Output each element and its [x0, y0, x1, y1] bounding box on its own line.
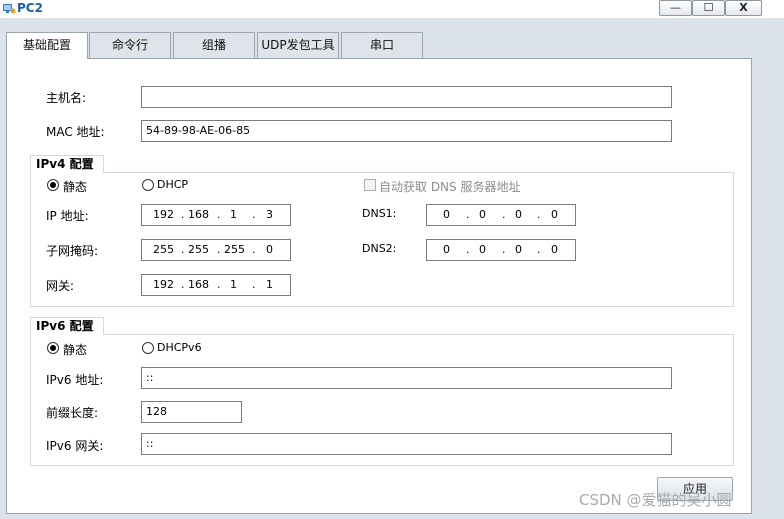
ip-dot: . [502, 208, 506, 221]
ip-dot: . [252, 278, 256, 291]
tab-serial-port[interactable]: 串口 [341, 32, 423, 58]
maximize-button[interactable]: ☐ [692, 0, 725, 16]
mask-octet: 255 [153, 243, 174, 256]
mask-octet: 255 [224, 243, 245, 256]
title-bar: PC2 — ☐ X [0, 0, 784, 18]
ipv4-group-title: IPv4 配置 [30, 155, 104, 173]
gateway-octet: 168 [188, 278, 209, 291]
close-button[interactable]: X [725, 0, 762, 16]
tab-basic-config[interactable]: 基础配置 [6, 32, 88, 59]
ip-dot: . [252, 208, 256, 221]
dns-octet: 0 [551, 208, 558, 221]
auto-dns-label: 自动获取 DNS 服务器地址 [379, 180, 521, 194]
ip-dot: . [181, 243, 185, 256]
ipv4-dhcp-radio[interactable] [142, 179, 154, 191]
prefix-length-input[interactable]: 128 [141, 401, 242, 423]
ip-dot: . [537, 208, 541, 221]
dns1-input[interactable]: 0 0 0 0 . . . [426, 204, 576, 226]
ipv6-gateway-input[interactable]: :: [141, 433, 672, 455]
ip-dot: . [181, 278, 185, 291]
tab-udp-tool[interactable]: UDP发包工具 [257, 32, 339, 58]
mask-octet: 0 [266, 243, 273, 256]
prefix-length-label: 前缀长度: [46, 406, 99, 420]
mac-address-field: 54-89-98-AE-06-85 [141, 120, 672, 142]
mac-label: MAC 地址: [46, 125, 105, 139]
ip-dot: . [466, 243, 470, 256]
ip-dot: . [537, 243, 541, 256]
ipv4-dhcp-label: DHCP [157, 178, 189, 191]
tab-multicast[interactable]: 组播 [173, 32, 255, 58]
ip-dot: . [217, 243, 221, 256]
mask-octet: 255 [188, 243, 209, 256]
ip-dot: . [252, 243, 256, 256]
dhcpv6-radio[interactable] [142, 342, 154, 354]
ip-dot: . [217, 208, 221, 221]
ipv4-static-radio[interactable] [47, 179, 59, 191]
basic-config-panel: 主机名: MAC 地址: 54-89-98-AE-06-85 IPv4 配置 静… [6, 58, 752, 514]
ip-address-label: IP 地址: [46, 209, 89, 223]
ip-dot: . [217, 278, 221, 291]
watermark: CSDN @爱猫的吴小圆 [579, 491, 732, 509]
ip-octet: 192 [153, 208, 174, 221]
ipv4-static-label: 静态 [63, 180, 88, 194]
gateway-octet: 1 [266, 278, 273, 291]
ip-octet: 1 [230, 208, 237, 221]
gateway-label: 网关: [46, 279, 75, 293]
dns-octet: 0 [515, 208, 522, 221]
gateway-octet: 192 [153, 278, 174, 291]
ip-dot: . [502, 243, 506, 256]
gateway-input[interactable]: 192 168 1 1 . . . [141, 274, 291, 296]
gateway-octet: 1 [230, 278, 237, 291]
dns1-label: DNS1: [362, 207, 397, 220]
minimize-button[interactable]: — [659, 0, 692, 16]
subnet-mask-input[interactable]: 255 255 255 0 . . . [141, 239, 291, 261]
tab-command-line[interactable]: 命令行 [89, 32, 171, 58]
dns-octet: 0 [515, 243, 522, 256]
ipv6-gateway-label: IPv6 网关: [46, 439, 104, 453]
ip-dot: . [181, 208, 185, 221]
hostname-label: 主机名: [46, 91, 87, 105]
dns2-label: DNS2: [362, 242, 397, 255]
ipv6-address-label: IPv6 地址: [46, 373, 104, 387]
ipv6-static-label: 静态 [63, 343, 88, 357]
app-icon [3, 4, 16, 14]
ip-octet: 3 [266, 208, 273, 221]
window-body: 基础配置 命令行 组播 UDP发包工具 串口 主机名: MAC 地址: 54-8… [0, 18, 784, 519]
ip-octet: 168 [188, 208, 209, 221]
ip-dot: . [466, 208, 470, 221]
dhcpv6-label: DHCPv6 [157, 341, 202, 354]
ipv6-group-title: IPv6 配置 [30, 317, 104, 335]
dns-octet: 0 [443, 208, 450, 221]
dns2-input[interactable]: 0 0 0 0 . . . [426, 239, 576, 261]
subnet-mask-label: 子网掩码: [46, 244, 99, 258]
ipv6-static-radio[interactable] [47, 342, 59, 354]
dns-octet: 0 [479, 208, 486, 221]
ipv6-address-input[interactable]: :: [141, 367, 672, 389]
dns-octet: 0 [551, 243, 558, 256]
ip-address-input[interactable]: 192 168 1 3 . . . [141, 204, 291, 226]
hostname-input[interactable] [141, 86, 672, 108]
auto-dns-checkbox [364, 179, 376, 191]
dns-octet: 0 [443, 243, 450, 256]
window-title: PC2 [17, 1, 43, 15]
dns-octet: 0 [479, 243, 486, 256]
